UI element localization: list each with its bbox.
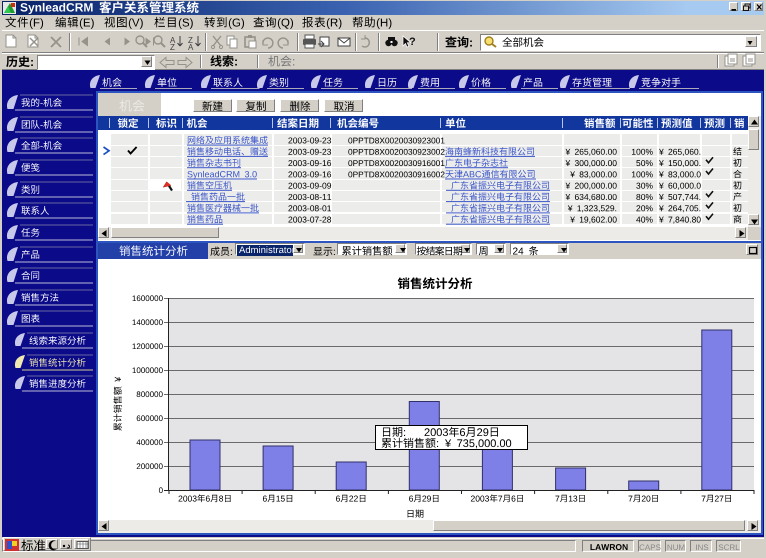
svg-text:A: A: [188, 43, 194, 52]
svg-text:Z: Z: [170, 43, 175, 52]
svg-text:?: ?: [409, 36, 416, 48]
